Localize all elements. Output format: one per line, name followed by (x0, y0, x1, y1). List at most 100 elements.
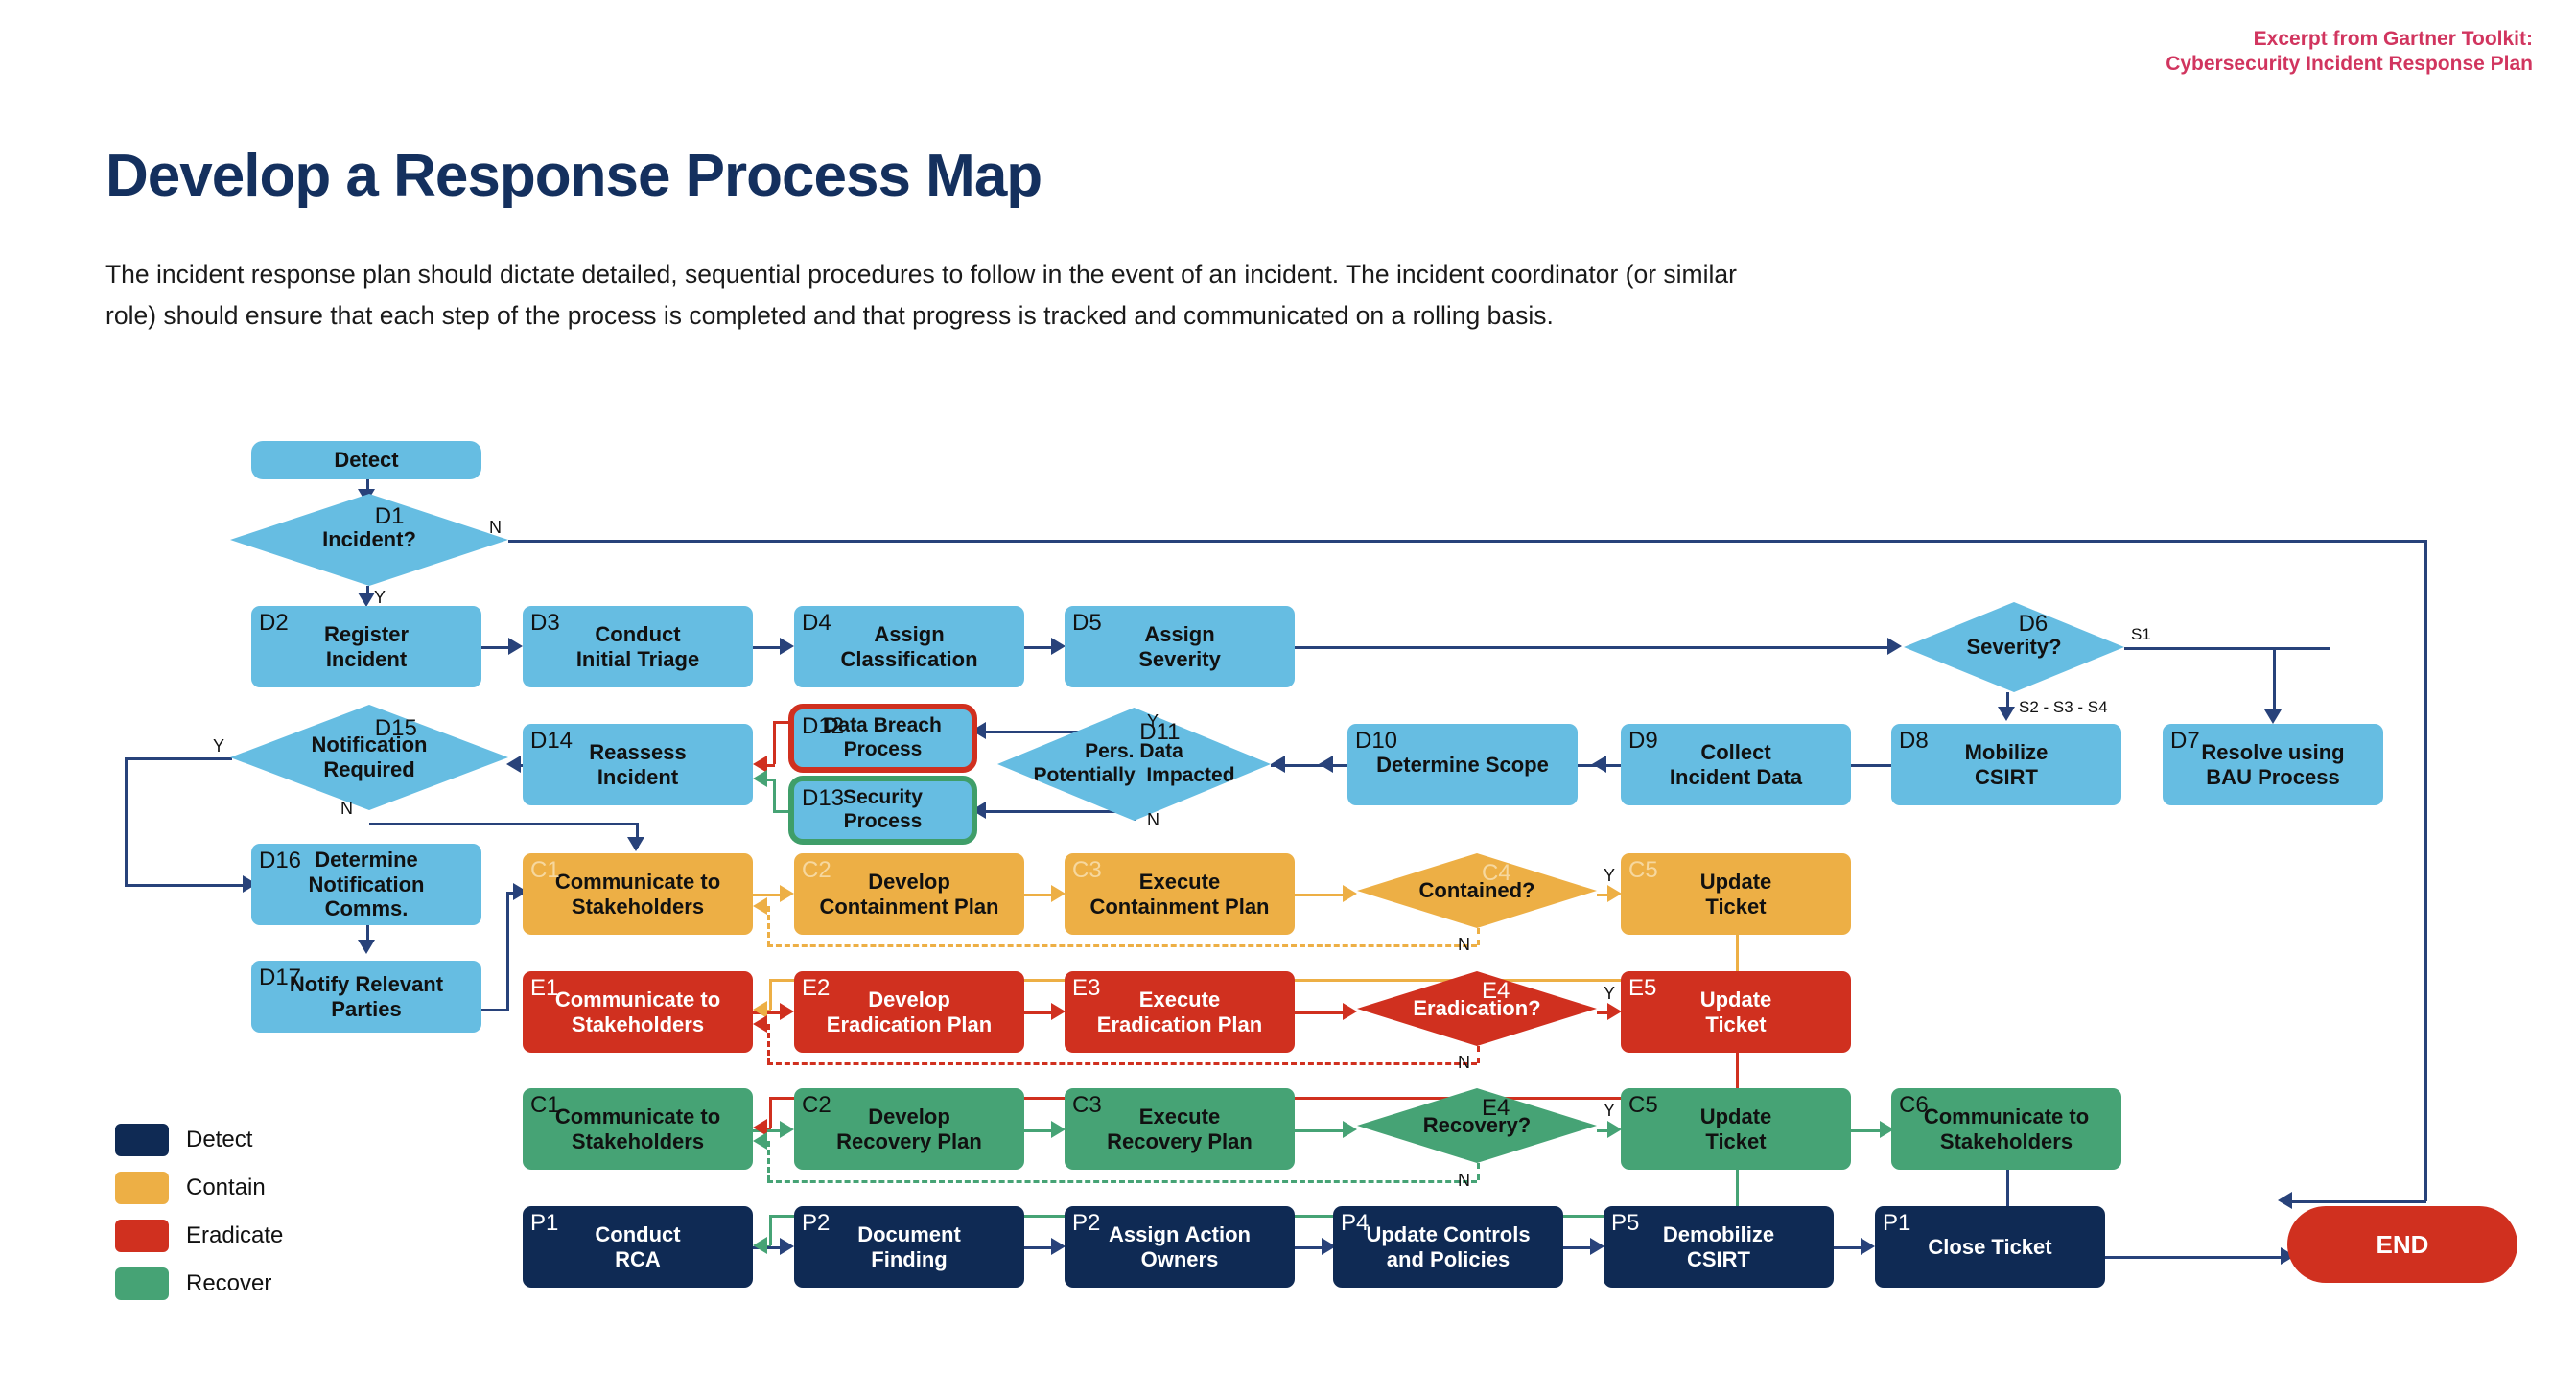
connector-line (506, 892, 509, 1011)
connector-line (753, 894, 782, 896)
node-d13-label: Security Process (843, 786, 923, 832)
edge-label-c4-y: Y (1604, 866, 1616, 885)
connector-line (1563, 1246, 1592, 1249)
connector-arrow (780, 885, 794, 902)
node-d1-label: Incident? (322, 527, 416, 552)
node-e5-code: E5 (1628, 975, 1657, 1001)
legend-item-contain: Contain (115, 1172, 283, 1204)
connector-line (481, 646, 510, 649)
legend-swatch-contain (115, 1172, 169, 1204)
node-d6[interactable]: Severity? (1904, 602, 2124, 692)
node-e4-label: Eradication? (1413, 996, 1541, 1021)
node-c5-code: C5 (1628, 857, 1658, 883)
node-d12-code: D12 (802, 713, 845, 739)
connector-line (769, 979, 772, 1010)
connector-arrow (753, 1237, 767, 1254)
node-d8-code: D8 (1899, 728, 1929, 754)
node-e4[interactable]: Eradication? (1357, 971, 1597, 1046)
connector-line (508, 540, 2426, 543)
connector-line (773, 810, 796, 813)
node-d14-code: D14 (530, 728, 574, 754)
edge-label-d1-n: N (489, 518, 502, 537)
node-d11-code: D11 (1139, 719, 1181, 746)
node-d17-label: Notify Relevant Parties (289, 971, 444, 1021)
node-c1-label: Communicate to Stakeholders (554, 869, 721, 918)
connector-line (767, 1180, 1477, 1183)
connector-arrow (1607, 1003, 1622, 1020)
connector-arrow (1592, 756, 1606, 773)
legend-label-recover: Recover (186, 1270, 272, 1296)
connector-line (1477, 1046, 1480, 1063)
source-attribution: Excerpt from Gartner Toolkit: Cybersecur… (2034, 27, 2533, 78)
node-d5-label: Assign Severity (1138, 621, 1221, 671)
connector-line (1295, 1246, 1323, 1249)
node-p5-code: P5 (1611, 1210, 1640, 1236)
node-e1-label: Communicate to Stakeholders (554, 987, 721, 1036)
node-d7-code: D7 (2170, 728, 2200, 754)
connector-arrow (1343, 885, 1357, 902)
node-end[interactable]: END (2287, 1206, 2517, 1283)
process-map-page: Excerpt from Gartner Toolkit: Cybersecur… (0, 0, 2576, 1395)
node-d2-code: D2 (259, 610, 289, 636)
node-r6-code: C6 (1899, 1092, 1929, 1118)
legend-swatch-eradicate (115, 1220, 169, 1252)
node-p4-label: Update Controls and Policies (1366, 1221, 1531, 1271)
node-r5-code: C5 (1628, 1092, 1658, 1118)
connector-line (369, 823, 638, 825)
node-d15[interactable]: Notification Required (230, 705, 508, 810)
connector-line (125, 757, 232, 760)
node-d6-code: D6 (2018, 611, 2049, 638)
connector-arrow (1051, 885, 1066, 902)
node-d9-code: D9 (1628, 728, 1658, 754)
node-e3-code: E3 (1072, 975, 1101, 1001)
node-d10-label: Determine Scope (1376, 752, 1549, 777)
node-d7-label: Resolve using BAU Process (2201, 739, 2345, 789)
node-d11[interactable]: Pers. Data Potentially Impacted (997, 708, 1271, 821)
connector-arrow (753, 1132, 767, 1150)
connector-line (767, 1062, 1477, 1065)
node-p5-label: Demobilize CSIRT (1662, 1221, 1775, 1271)
connector-line (125, 757, 128, 884)
node-r4-code: E4 (1482, 1095, 1510, 1122)
legend-item-detect: Detect (115, 1124, 283, 1156)
node-r3-code: C3 (1072, 1092, 1102, 1118)
node-d6-label: Severity? (1966, 635, 2062, 660)
connector-arrow (508, 638, 523, 655)
edge-label-d15-n: N (340, 799, 353, 818)
node-e4-code: E4 (1482, 978, 1510, 1005)
connector-line (1834, 1246, 1862, 1249)
connector-arrow (1051, 1238, 1066, 1255)
node-d5-code: D5 (1072, 610, 1102, 636)
connector-arrow (506, 756, 521, 773)
node-d11-label: Pers. Data Potentially Impacted (1033, 740, 1235, 786)
connector-line (753, 646, 782, 649)
edge-label-d1-y: Y (374, 588, 386, 607)
node-c4[interactable]: Contained? (1357, 853, 1597, 928)
node-d13-code: D13 (802, 785, 845, 811)
connector-arrow (780, 1003, 794, 1020)
node-d4-code: D4 (802, 610, 831, 636)
connector-line (1477, 928, 1480, 945)
node-d17-code: D17 (259, 965, 302, 990)
connector-arrow (753, 770, 767, 787)
connector-arrow (1343, 1003, 1357, 1020)
node-d3-label: Conduct Initial Triage (575, 621, 700, 671)
node-r5-label: Update Ticket (1699, 1104, 1772, 1153)
legend-item-recover: Recover (115, 1267, 283, 1300)
node-c3-code: C3 (1072, 857, 1102, 883)
connector-arrow (1607, 1121, 1622, 1138)
node-r1-label: Communicate to Stakeholders (554, 1104, 721, 1153)
node-r4-label: Recovery? (1422, 1113, 1532, 1138)
connector-line (2124, 647, 2330, 650)
connector-arrow (1051, 638, 1066, 655)
node-e2-label: Develop Eradication Plan (826, 987, 993, 1036)
source-attribution-line2: Cybersecurity Incident Response Plan (2166, 53, 2533, 76)
node-start[interactable]: Detect (251, 441, 481, 479)
connector-arrow (780, 1238, 794, 1255)
connector-arrow (1590, 1238, 1604, 1255)
connector-line (1024, 1246, 1053, 1249)
node-d10-code: D10 (1355, 728, 1398, 754)
edge-label-r4-y: Y (1604, 1101, 1616, 1120)
node-d1[interactable]: Incident? (230, 494, 508, 586)
connector-arrow (358, 593, 375, 607)
